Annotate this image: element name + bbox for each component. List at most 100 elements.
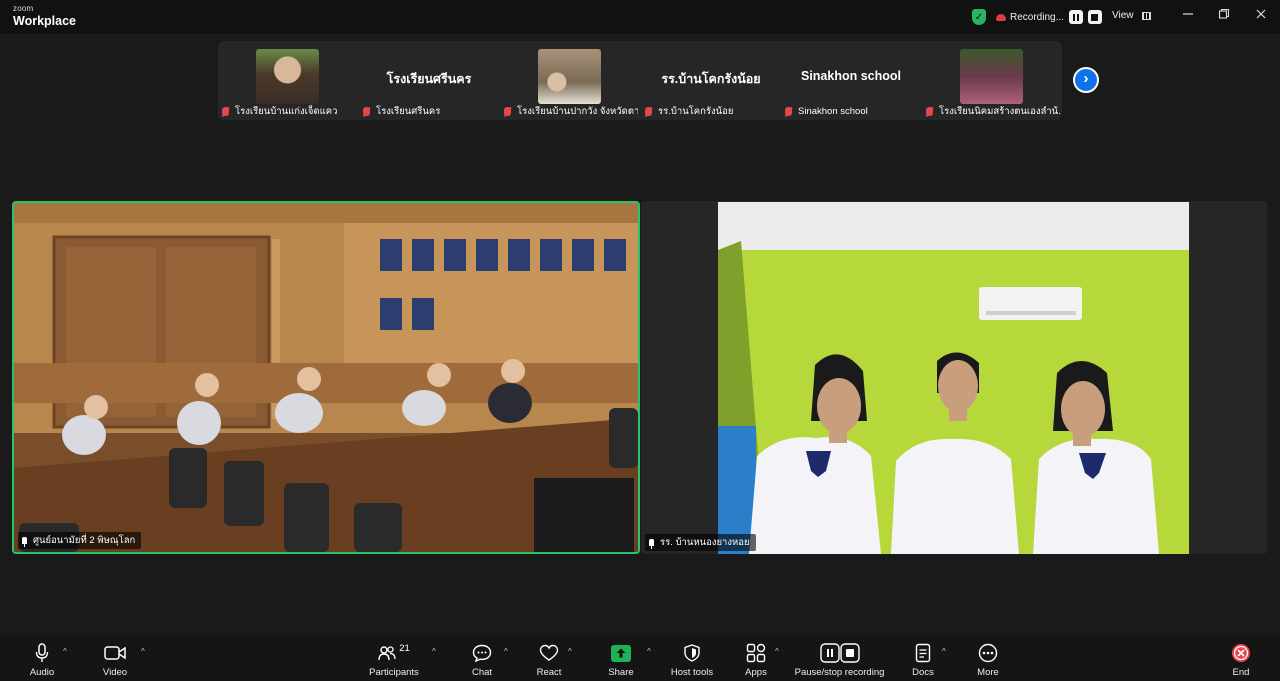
mic-muted-icon (504, 106, 511, 116)
next-page-button[interactable]: › (1073, 67, 1099, 93)
participant-thumbnail[interactable]: Sinakhon school Sinakhon school (781, 41, 921, 120)
host-tools-label: Host tools (670, 667, 714, 678)
title-bar: zoom Workplace ✓ Recording... View (0, 0, 1280, 34)
heart-icon (532, 642, 566, 664)
react-options-chevron-icon[interactable]: ^ (568, 647, 572, 656)
mic-muted-icon (645, 106, 652, 116)
participant-name: โรงเรียนศรีนคร (376, 105, 441, 117)
more-button[interactable]: More (970, 635, 1006, 681)
more-label: More (977, 667, 999, 678)
pin-icon (649, 539, 654, 549)
participants-icon: 21 (366, 642, 422, 664)
recording-controls-icon (792, 642, 887, 664)
participants-button[interactable]: 21 Participants (366, 635, 422, 681)
participant-name-tag: โรงเรียนบ้านแก่งเจ็ดแคว (222, 104, 356, 118)
video-tile-left[interactable]: ศูนย์อนามัยที่ 2 พิษณุโลก (12, 201, 640, 554)
zoom-workplace-logo: zoom Workplace (13, 5, 76, 28)
minimize-icon (1183, 13, 1193, 15)
participant-name-tag: ศูนย์อนามัยที่ 2 พิษณุโลก (18, 532, 142, 549)
participant-thumbnail[interactable]: โรงเรียนศรีนคร โรงเรียนศรีนคร (359, 41, 499, 120)
participant-strip: โรงเรียนบ้านแก่งเจ็ดแคว โรงเรียนศรีนคร โ… (218, 41, 1062, 120)
participant-name-tag: โรงเรียนศรีนคร (363, 104, 497, 118)
participant-thumbnail[interactable]: รร.บ้านโคกรังน้อย รร.บ้านโคกรังน้อย (641, 41, 781, 120)
participant-name: Sinakhon school (798, 105, 868, 117)
participant-name-tag: รร.บ้านโคกรังน้อย (645, 104, 779, 118)
participants-count: 21 (399, 642, 410, 654)
minimize-button[interactable] (1180, 8, 1196, 24)
participant-display-name: Sinakhon school (800, 69, 901, 83)
close-window-button[interactable] (1253, 8, 1269, 24)
end-call-icon (1223, 642, 1259, 664)
react-label: React (536, 667, 562, 678)
pause-recording-button[interactable] (1068, 10, 1083, 24)
react-button[interactable]: React (532, 635, 566, 681)
share-options-chevron-icon[interactable]: ^ (647, 647, 651, 656)
document-icon (905, 642, 941, 664)
shield-icon (665, 642, 719, 664)
video-camera-icon (95, 642, 135, 664)
apps-button[interactable]: Apps (738, 635, 774, 681)
video-button[interactable]: Video (95, 635, 135, 681)
stop-recording-button[interactable] (1087, 10, 1102, 24)
participant-display-name: โรงเรียนศรีนคร (386, 72, 472, 86)
end-meeting-button[interactable]: End (1223, 635, 1259, 681)
participant-display-name: รร.บ้านโคกรังน้อย (661, 72, 761, 86)
meeting-room-video (14, 203, 638, 552)
chat-button[interactable]: Chat (465, 635, 499, 681)
audio-options-chevron-icon[interactable]: ^ (63, 647, 67, 656)
video-label: Video (102, 667, 128, 678)
apps-label: Apps (745, 667, 767, 678)
participants-label: Participants (369, 667, 419, 678)
end-label: End (1232, 667, 1250, 678)
microphone-icon (22, 642, 62, 664)
close-icon (1256, 9, 1266, 19)
pin-icon (22, 537, 27, 547)
chat-options-chevron-icon[interactable]: ^ (504, 647, 508, 656)
audio-label: Audio (29, 667, 55, 678)
students-video (641, 201, 1267, 554)
chat-label: Chat (471, 667, 493, 678)
encryption-shield-icon[interactable]: ✓ (972, 9, 986, 25)
participant-name-tag: โรงเรียนนิคมสร้างตนเองลำน้... (926, 104, 1060, 118)
gallery-view-icon (1141, 11, 1151, 20)
pause-stop-recording-label: Pause/stop recording (794, 667, 885, 678)
apps-options-chevron-icon[interactable]: ^ (775, 647, 779, 656)
pause-stop-recording-button[interactable]: Pause/stop recording (792, 635, 887, 681)
recording-label: Recording... (1010, 11, 1064, 23)
participant-thumbnail[interactable]: โรงเรียนนิคมสร้างตนเองลำน้... (922, 41, 1062, 120)
participant-thumbnail[interactable]: โรงเรียนบ้านแก่งเจ็ดแคว (218, 41, 358, 120)
participant-video (538, 49, 601, 104)
chat-icon (465, 642, 499, 664)
participant-name: โรงเรียนนิคมสร้างตนเองลำน้... (939, 105, 1060, 117)
chevron-right-icon: › (1083, 70, 1089, 87)
mic-muted-icon (926, 106, 933, 116)
share-button[interactable]: Share (603, 635, 639, 681)
docs-options-chevron-icon[interactable]: ^ (942, 647, 946, 656)
view-label: View (1112, 10, 1134, 21)
meeting-toolbar: Audio ^ Video ^ 21 Participants ^ Chat ^… (0, 635, 1280, 681)
audio-button[interactable]: Audio (22, 635, 62, 681)
mic-muted-icon (785, 106, 792, 116)
cloud-recording-icon (996, 13, 1006, 21)
share-screen-icon (603, 642, 639, 664)
participant-thumbnail[interactable]: โรงเรียนบ้านปากวัง จังหวัดตาก (500, 41, 640, 120)
participant-name: รร. บ้านหนองยางหอย (660, 537, 750, 548)
participant-name-tag: โรงเรียนบ้านปากวัง จังหวัดตาก (504, 104, 638, 118)
restore-icon (1218, 8, 1230, 19)
share-label: Share (608, 667, 634, 678)
participants-options-chevron-icon[interactable]: ^ (432, 647, 436, 656)
video-options-chevron-icon[interactable]: ^ (141, 647, 145, 656)
restore-button[interactable] (1216, 8, 1232, 24)
docs-label: Docs (912, 667, 934, 678)
video-tile-right[interactable]: รร. บ้านหนองยางหอย (641, 201, 1267, 554)
docs-button[interactable]: Docs (905, 635, 941, 681)
stop-icon (1091, 13, 1099, 21)
host-tools-button[interactable]: Host tools (665, 635, 719, 681)
more-options-icon (970, 642, 1006, 664)
pause-icon (1072, 13, 1079, 21)
mic-muted-icon (363, 106, 370, 116)
view-button[interactable]: View (1112, 10, 1151, 21)
brand-bottom: Workplace (13, 14, 76, 28)
brand-top: zoom (13, 4, 34, 13)
participant-name: รร.บ้านโคกรังน้อย (658, 105, 734, 117)
